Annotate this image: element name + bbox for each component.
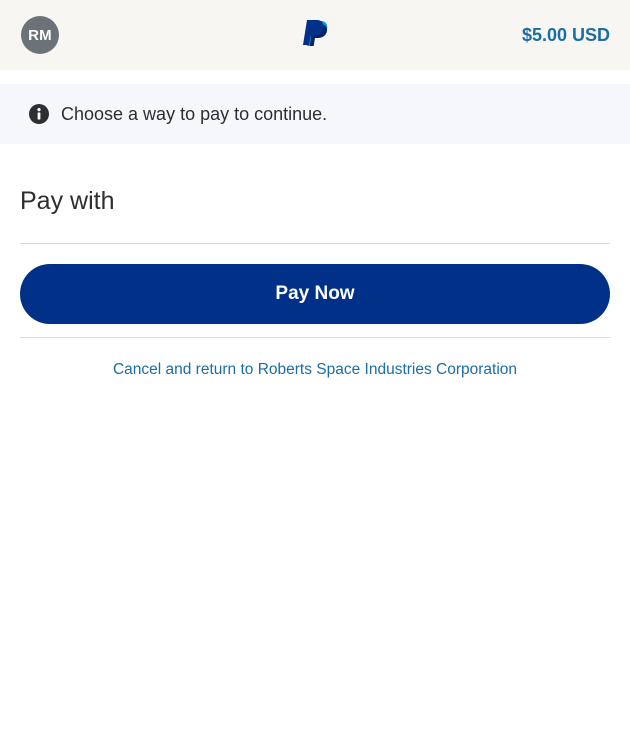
divider bbox=[20, 243, 610, 244]
cancel-return-link[interactable]: Cancel and return to Roberts Space Indus… bbox=[0, 360, 630, 380]
user-avatar[interactable]: RM bbox=[21, 16, 59, 54]
header-bar: RM $5.00 USD bbox=[0, 0, 630, 70]
divider bbox=[20, 337, 610, 338]
info-banner-text: Choose a way to pay to continue. bbox=[61, 104, 328, 124]
info-banner: Choose a way to pay to continue. bbox=[0, 84, 630, 144]
paypal-logo-icon bbox=[303, 20, 328, 46]
pay-now-button[interactable]: Pay Now bbox=[20, 264, 610, 324]
pay-with-heading: Pay with bbox=[20, 187, 115, 215]
info-icon bbox=[29, 104, 49, 124]
order-amount[interactable]: $5.00 USD bbox=[522, 24, 610, 46]
